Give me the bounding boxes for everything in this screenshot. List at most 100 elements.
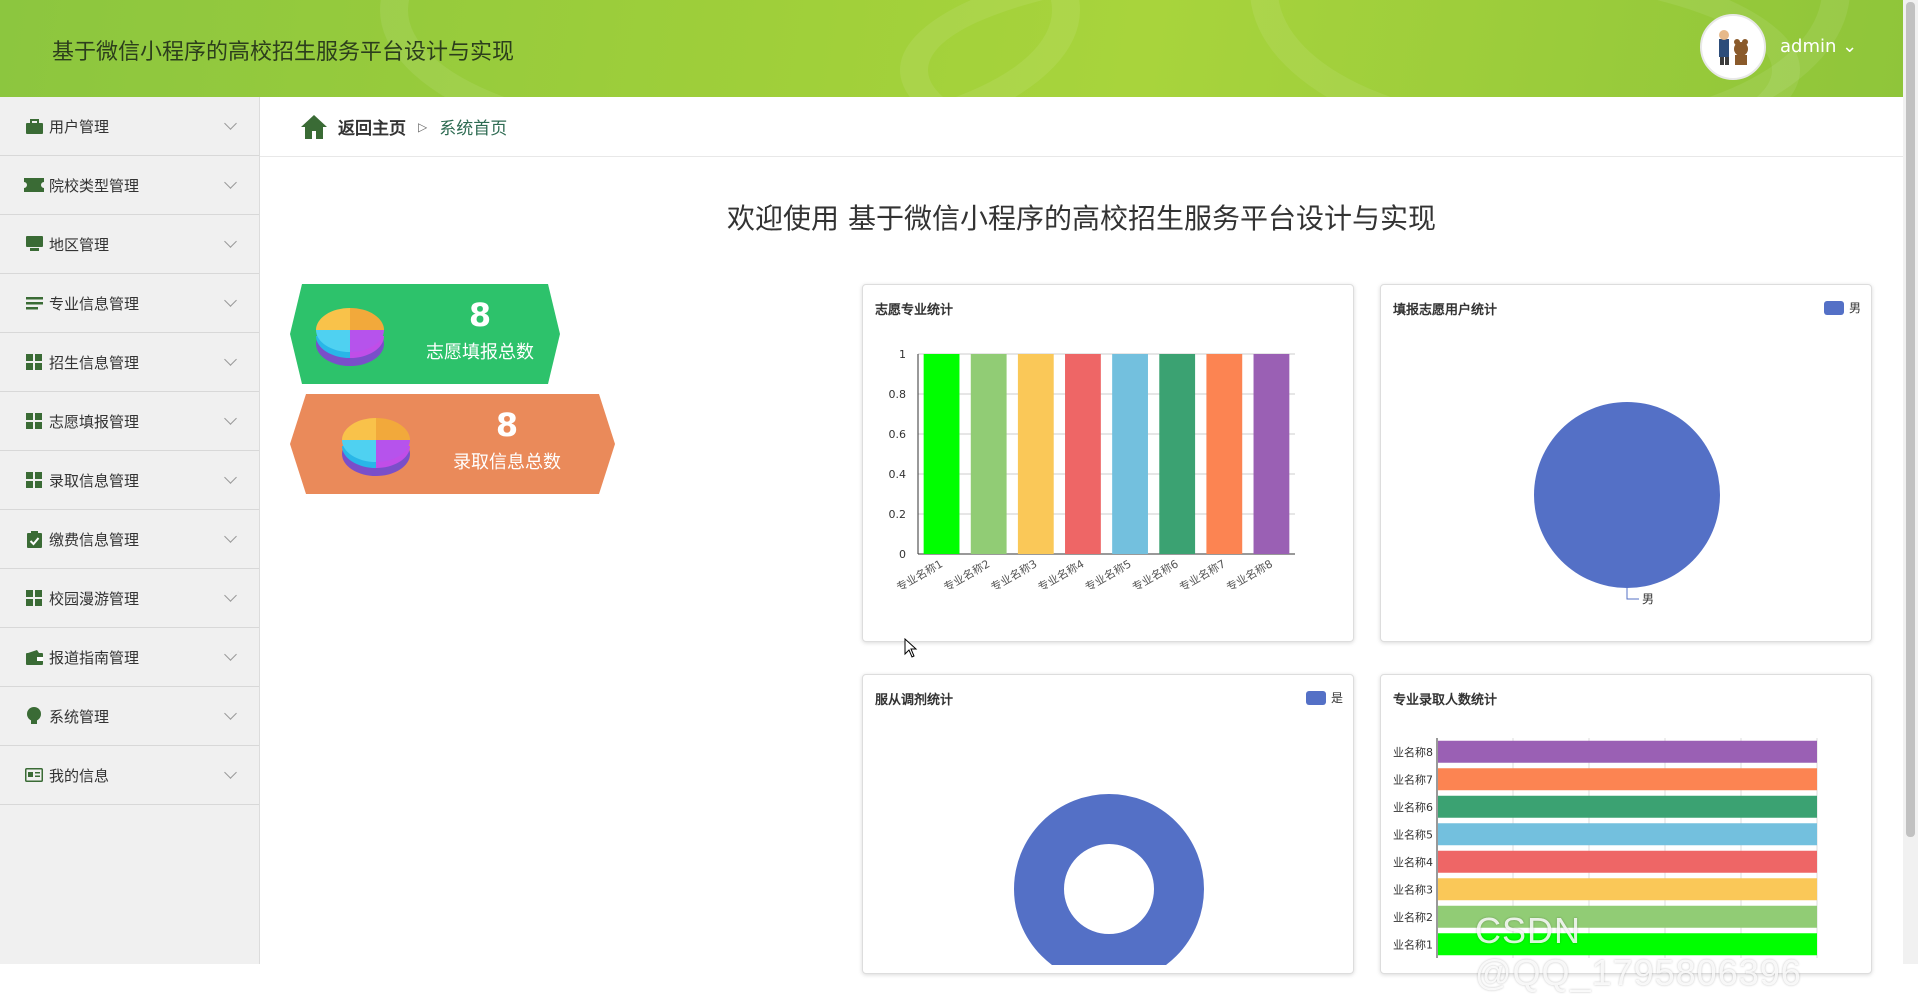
y-tick-label: 业名称7 (1393, 772, 1433, 786)
sidebar-item-label: 缴费信息管理 (49, 530, 140, 549)
avatar[interactable] (1700, 14, 1766, 80)
legend-label: 男 (1848, 301, 1861, 315)
chart-card-obey-adjust: 服从调剂统计 是 (862, 674, 1354, 974)
list-icon (24, 293, 44, 313)
sidebar-item-school-type[interactable]: 院校类型管理 (0, 156, 259, 215)
sidebar: 用户管理 院校类型管理 地区管理 专业信息管理 招生信息管理 志愿填报管理 录取… (0, 97, 260, 964)
sidebar-item-user[interactable]: 用户管理 (0, 97, 259, 156)
y-tick-label: 业名称4 (1393, 855, 1433, 869)
bar[interactable] (1438, 878, 1817, 901)
chart-legend[interactable]: 男 (1823, 299, 1861, 316)
sidebar-item-label: 录取信息管理 (49, 471, 140, 490)
grid-icon (24, 588, 44, 608)
bar[interactable] (1159, 354, 1196, 554)
app-title: 基于微信小程序的高校招生服务平台设计与实现 (52, 40, 515, 65)
bar[interactable] (1017, 354, 1054, 554)
y-tick-label: 业名称6 (1393, 800, 1433, 814)
sidebar-item-admission[interactable]: 录取信息管理 (0, 451, 259, 510)
sidebar-item-volunteer[interactable]: 志愿填报管理 (0, 392, 259, 451)
chevron-down-icon (224, 117, 237, 130)
sidebar-item-major[interactable]: 专业信息管理 (0, 274, 259, 333)
y-tick-label: 业名称1 (1393, 937, 1433, 951)
bar[interactable] (1438, 740, 1817, 763)
id-card-icon (24, 765, 44, 785)
bar[interactable] (1112, 354, 1148, 554)
sidebar-item-label: 我的信息 (49, 766, 110, 785)
chart-legend[interactable]: 是 (1305, 689, 1343, 706)
y-tick-label: 0.6 (889, 428, 907, 441)
card-title: 专业录取人数统计 (1393, 693, 1498, 708)
vertical-scrollbar[interactable] (1903, 0, 1918, 964)
x-tick-label: 专业名称4 (1035, 556, 1086, 594)
y-tick-label: 业名称3 (1393, 882, 1433, 896)
welcome-heading: 欢迎使用 基于微信小程序的高校招生服务平台设计与实现 (727, 202, 1436, 235)
sidebar-item-label: 专业信息管理 (49, 294, 140, 313)
scrollbar-thumb[interactable] (1906, 2, 1915, 837)
x-tick-label: 专业名称3 (988, 556, 1039, 594)
sidebar-item-label: 用户管理 (49, 117, 110, 136)
sidebar-item-campus-tour[interactable]: 校园漫游管理 (0, 569, 259, 628)
legend-label: 是 (1330, 691, 1343, 705)
y-tick-label: 1 (899, 348, 906, 361)
y-tick-label: 业名称8 (1393, 745, 1433, 759)
donut-slice[interactable] (1014, 794, 1204, 965)
pie-chart-icon (342, 418, 410, 476)
card-title: 志愿专业统计 (875, 303, 954, 318)
bar[interactable] (1206, 354, 1243, 554)
sidebar-item-label: 地区管理 (49, 235, 110, 254)
bar[interactable] (970, 354, 1007, 554)
chevron-down-icon (224, 294, 237, 307)
chart-card-volunteer-users: 填报志愿用户统计 男 男 (1380, 284, 1872, 642)
breadcrumb-current: 系统首页 (439, 119, 508, 139)
user-menu[interactable]: admin ⌄ (1780, 36, 1857, 57)
bar[interactable] (1438, 768, 1817, 791)
y-tick-label: 业名称5 (1393, 827, 1433, 841)
chevron-down-icon (224, 353, 237, 366)
pie-label: 男 (1642, 592, 1654, 606)
stat-card-volunteer-total: 8 志愿填报总数 (290, 284, 560, 384)
x-tick-label: 专业名称8 (1224, 556, 1275, 594)
sidebar-item-label: 志愿填报管理 (49, 412, 140, 431)
y-tick-label: 0.8 (889, 388, 907, 401)
sidebar-item-report-guide[interactable]: 报道指南管理 (0, 628, 259, 687)
stat-card-admission-total: 8 录取信息总数 (290, 394, 615, 494)
bar[interactable] (1438, 823, 1817, 846)
x-tick-label: 专业名称1 (894, 556, 945, 594)
watermark: CSDN @QQ_1795806396 (1475, 910, 1802, 993)
bar[interactable] (923, 354, 960, 554)
sidebar-item-payment[interactable]: 缴费信息管理 (0, 510, 259, 569)
sidebar-item-label: 院校类型管理 (49, 176, 140, 195)
grid-icon (24, 352, 44, 372)
chevron-down-icon (224, 707, 237, 720)
sidebar-item-my-info[interactable]: 我的信息 (0, 746, 259, 805)
pie-chart-icon (316, 308, 384, 366)
bar[interactable] (1438, 850, 1817, 873)
y-tick-label: 业名称2 (1393, 910, 1433, 924)
y-tick-label: 0.2 (889, 508, 907, 521)
chevron-down-icon (224, 766, 237, 779)
pie-slice[interactable] (1534, 402, 1720, 588)
main-content: 返回主页 ▷ 系统首页 欢迎使用 基于微信小程序的高校招生服务平台设计与实现 8… (260, 97, 1903, 974)
briefcase-icon (24, 116, 44, 136)
bar[interactable] (1253, 354, 1290, 554)
home-icon[interactable] (300, 114, 328, 140)
chevron-down-icon (224, 530, 237, 543)
stat-value: 8 (468, 296, 492, 334)
monitor-icon (24, 234, 44, 254)
x-tick-label: 专业名称5 (1082, 556, 1133, 594)
legend-swatch (1305, 690, 1326, 705)
sidebar-item-enroll[interactable]: 招生信息管理 (0, 333, 259, 392)
bar[interactable] (1065, 354, 1101, 554)
home-link[interactable]: 返回主页 (338, 114, 406, 139)
wallet-icon (24, 647, 44, 667)
chevron-down-icon (224, 176, 237, 189)
bar[interactable] (1438, 795, 1817, 818)
grid-icon (24, 470, 44, 490)
x-tick-label: 专业名称2 (941, 556, 992, 594)
stat-label: 志愿填报总数 (426, 342, 534, 363)
sidebar-item-label: 校园漫游管理 (49, 589, 140, 608)
pie-label-line (1626, 588, 1639, 600)
sidebar-item-region[interactable]: 地区管理 (0, 215, 259, 274)
ticket-icon (24, 175, 44, 195)
sidebar-item-system[interactable]: 系统管理 (0, 687, 259, 746)
